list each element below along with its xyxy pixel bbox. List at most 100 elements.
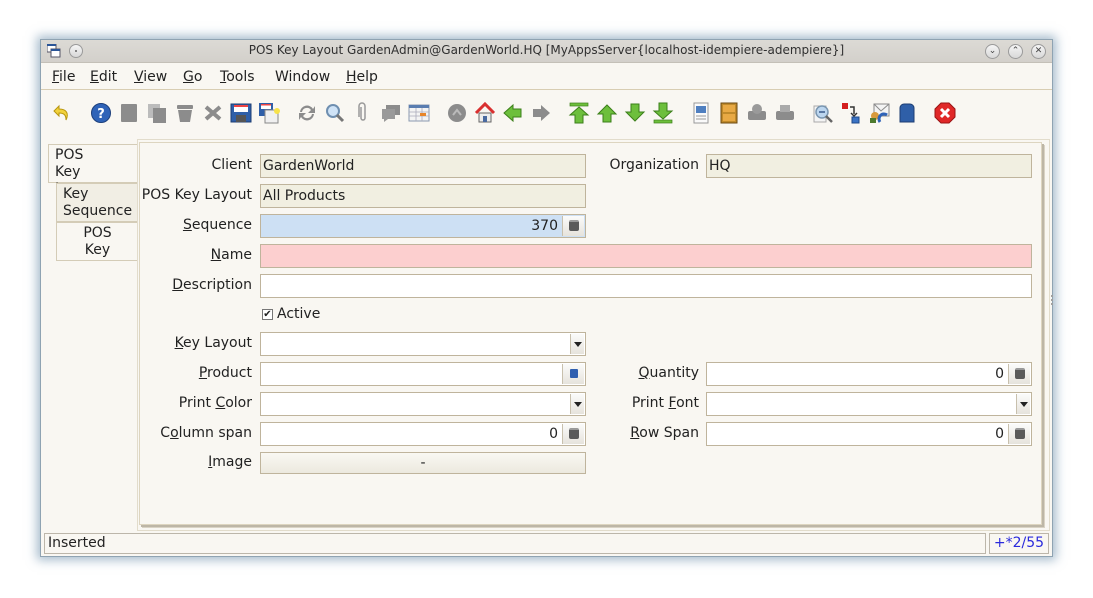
menu-view[interactable]: View — [134, 69, 167, 85]
previous-record-icon[interactable] — [596, 102, 618, 124]
sequence-value: 370 — [531, 218, 558, 234]
back-icon[interactable] — [502, 102, 524, 124]
new-record-icon[interactable] — [118, 102, 140, 124]
undo-icon[interactable] — [51, 102, 73, 124]
help-icon[interactable]: ? — [90, 102, 112, 124]
image-label-rest: mage — [212, 454, 252, 470]
description-field[interactable] — [260, 274, 1032, 298]
tab-key-sequence[interactable]: Key Sequence — [56, 183, 138, 222]
pos-key-layout-field[interactable]: All Products — [260, 184, 586, 208]
end-window-icon[interactable] — [934, 102, 956, 124]
history-icon[interactable] — [446, 102, 468, 124]
delete-icon[interactable] — [174, 102, 196, 124]
column-span-label-mnemonic: o — [170, 425, 179, 441]
key-layout-label-mnemonic: K — [174, 335, 184, 351]
home-icon[interactable] — [474, 102, 496, 124]
menu-view-rest: iew — [143, 69, 168, 85]
print-font-label-rest: ont — [676, 395, 699, 411]
forward-icon[interactable] — [530, 102, 552, 124]
archive-icon[interactable] — [718, 102, 740, 124]
menu-help[interactable]: Help — [346, 69, 378, 85]
delete-selection-icon[interactable] — [202, 102, 224, 124]
column-span-value: 0 — [549, 426, 558, 442]
calculator-button[interactable] — [562, 216, 584, 236]
menu-window[interactable]: Window — [275, 69, 330, 85]
attachment-icon[interactable] — [352, 102, 374, 124]
window-title: POS Key Layout GardenAdmin@GardenWorld.H… — [248, 43, 845, 57]
pos-key-layout-label: POS Key Layout — [141, 187, 252, 203]
product-search-button[interactable] — [562, 364, 584, 384]
column-span-label: Column span — [160, 425, 252, 441]
sequence-field[interactable]: 370 — [260, 214, 586, 238]
menu-go[interactable]: Go — [183, 69, 202, 85]
tab-pos-key[interactable]: POS Key — [56, 222, 138, 261]
find-icon[interactable] — [324, 102, 346, 124]
client-field[interactable]: GardenWorld — [260, 154, 586, 178]
sequence-label: Sequence — [183, 217, 252, 233]
menu-tools[interactable]: Tools — [220, 69, 255, 85]
active-label: Active — [277, 306, 321, 322]
column-span-label-prefix: C — [160, 425, 171, 441]
save-and-create-icon[interactable] — [258, 102, 280, 124]
product-field[interactable] — [260, 362, 586, 386]
column-span-field[interactable]: 0 — [260, 422, 586, 446]
sequence-label-rest: equence — [191, 217, 252, 233]
grid-toggle-icon[interactable] — [408, 102, 430, 124]
print-icon[interactable] — [774, 102, 796, 124]
print-color-label-mnemonic: C — [215, 395, 226, 411]
row-span-field[interactable]: 0 — [706, 422, 1032, 446]
maximize-button[interactable]: ⌃ — [1008, 44, 1023, 59]
last-record-icon[interactable] — [652, 102, 674, 124]
row-span-value: 0 — [995, 426, 1004, 442]
copy-record-icon[interactable] — [146, 102, 168, 124]
key-layout-select[interactable] — [260, 332, 586, 356]
name-field[interactable] — [260, 244, 1032, 268]
calculator-button[interactable] — [562, 424, 584, 444]
chat-icon[interactable] — [380, 102, 402, 124]
organization-field[interactable]: HQ — [706, 154, 1032, 178]
calculator-button[interactable] — [1008, 364, 1030, 384]
close-window-button[interactable]: ✕ — [1031, 44, 1046, 59]
first-record-icon[interactable] — [568, 102, 590, 124]
next-record-icon[interactable] — [624, 102, 646, 124]
product-label-mnemonic: P — [198, 365, 208, 381]
request-icon[interactable] — [868, 102, 890, 124]
name-label: Name — [211, 247, 252, 263]
zoom-across-icon[interactable] — [812, 102, 834, 124]
description-label: Description — [172, 277, 252, 293]
tab-pos-key-line1: POS — [83, 225, 112, 241]
minimize-button[interactable]: ⌄ — [985, 44, 1000, 59]
client-label: Client — [211, 157, 252, 173]
save-icon[interactable] — [230, 102, 252, 124]
chevron-down-icon[interactable] — [570, 394, 584, 414]
description-label-rest: escription — [183, 277, 252, 293]
print-preview-icon[interactable] — [746, 102, 768, 124]
tab-pos-key-layout[interactable]: POS Key Layout — [48, 144, 138, 197]
record-info[interactable]: +*2/55 — [989, 533, 1049, 554]
chevron-down-icon[interactable] — [570, 334, 584, 354]
image-button[interactable]: - — [260, 452, 586, 474]
row-span-label-mnemonic: R — [630, 425, 640, 441]
refresh-icon[interactable] — [296, 102, 318, 124]
quantity-value: 0 — [995, 366, 1004, 382]
splitter-handle[interactable] — [1051, 295, 1053, 305]
tab-pos-key-line2: Key — [84, 242, 111, 258]
menu-file[interactable]: File — [52, 69, 75, 85]
calculator-icon — [569, 428, 579, 439]
quantity-field[interactable]: 0 — [706, 362, 1032, 386]
report-icon[interactable] — [690, 102, 712, 124]
menu-edit[interactable]: Edit — [90, 69, 117, 85]
active-checkbox[interactable]: ✔ — [262, 309, 273, 320]
product-info-icon[interactable] — [896, 102, 918, 124]
print-font-select[interactable] — [706, 392, 1032, 416]
print-color-select[interactable] — [260, 392, 586, 416]
name-label-mnemonic: N — [210, 247, 222, 263]
chevron-down-icon[interactable] — [1016, 394, 1030, 414]
calculator-button[interactable] — [1008, 424, 1030, 444]
menu-file-rest: ile — [59, 69, 76, 85]
active-workflows-icon[interactable] — [840, 102, 862, 124]
tab-pos-key-layout-line1: POS — [55, 147, 84, 163]
row-span-label-rest: ow Span — [639, 425, 699, 441]
svg-text:?: ? — [97, 107, 105, 122]
quantity-label: Quantity — [638, 365, 699, 381]
